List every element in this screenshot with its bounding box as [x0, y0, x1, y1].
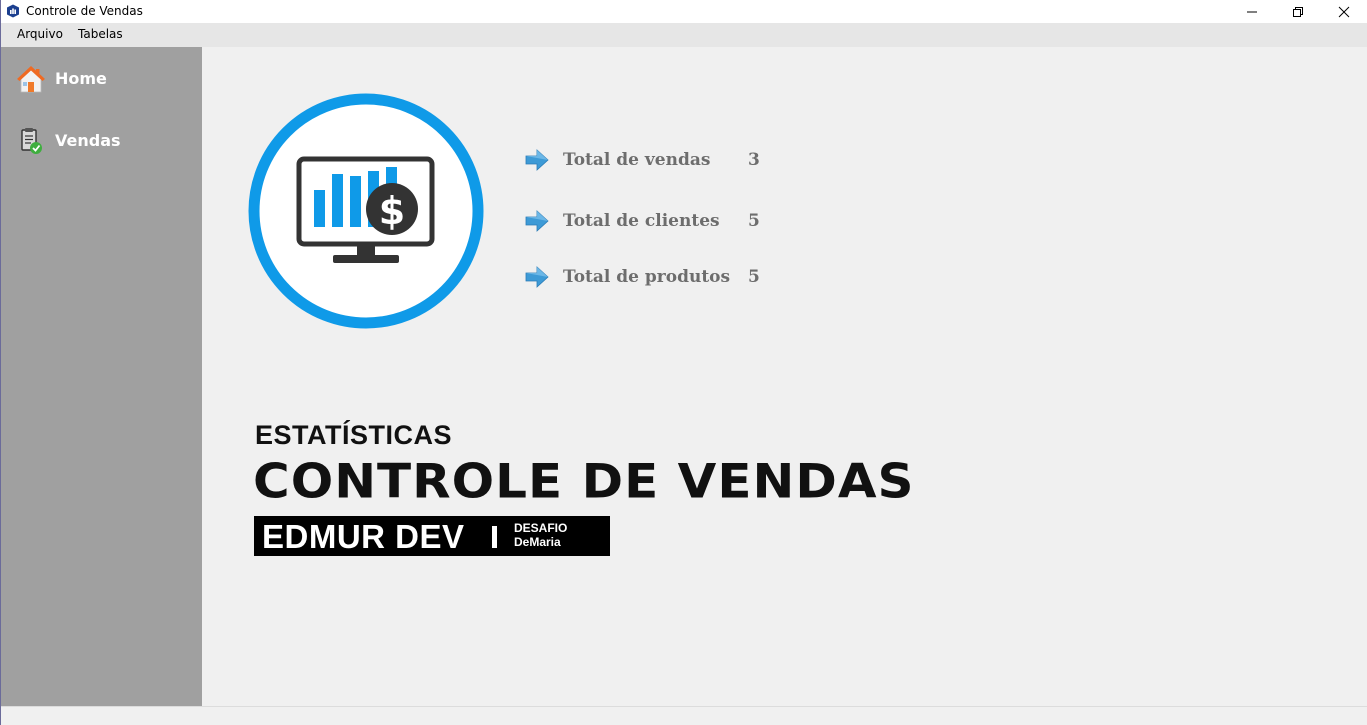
sidebar-item-label: Home — [55, 69, 107, 88]
sidebar-item-vendas[interactable]: Vendas — [16, 124, 196, 158]
sidebar-item-home[interactable]: Home — [16, 62, 196, 96]
arrow-right-icon — [525, 210, 549, 232]
status-bar — [1, 706, 1367, 725]
brand-tag-line1: DESAFIO — [514, 521, 568, 535]
close-icon — [1338, 6, 1350, 17]
brand-separator — [492, 526, 497, 548]
stat-value: 3 — [748, 150, 760, 170]
app-window: Controle de Vendas Arquivo Tabelas Home … — [0, 0, 1367, 725]
home-icon — [16, 66, 46, 93]
window-title: Controle de Vendas — [26, 4, 143, 18]
arrow-right-icon — [525, 266, 549, 288]
minimize-icon — [1247, 11, 1257, 12]
title-bar[interactable]: Controle de Vendas — [1, 0, 1367, 23]
minimize-button[interactable] — [1229, 0, 1275, 23]
stat-total-produtos: Total de produtos 5 — [524, 264, 784, 290]
brand-tag-line2: DeMaria — [514, 535, 561, 549]
clipboard-check-icon — [21, 128, 42, 154]
menu-arquivo[interactable]: Arquivo — [15, 27, 65, 41]
restore-icon — [1293, 6, 1303, 17]
stat-label: Total de vendas — [563, 150, 711, 170]
sales-monitor-logo: $ — [248, 93, 484, 329]
restore-button[interactable] — [1275, 0, 1321, 23]
app-chart-icon — [7, 4, 19, 18]
menu-bar: Arquivo Tabelas — [1, 23, 1367, 47]
brand-author: EDMUR DEV — [262, 518, 465, 555]
brand-title: CONTROLE DE VENDAS — [253, 454, 915, 510]
stat-label: Total de clientes — [563, 211, 720, 231]
stat-total-vendas: Total de vendas 3 — [524, 147, 784, 173]
sidebar: Home Vendas — [1, 47, 202, 706]
stat-label: Total de produtos — [563, 267, 731, 287]
sidebar-item-label: Vendas — [55, 131, 121, 150]
menu-tabelas[interactable]: Tabelas — [76, 27, 125, 41]
svg-text:$: $ — [379, 189, 405, 233]
arrow-right-icon — [525, 149, 549, 171]
brand-badge: EDMUR DEV DESAFIO DeMaria — [254, 516, 610, 556]
stat-total-clientes: Total de clientes 5 — [524, 208, 784, 234]
close-button[interactable] — [1321, 0, 1367, 23]
brand-subtitle: ESTATÍSTICAS — [255, 420, 453, 450]
stat-value: 5 — [748, 211, 760, 231]
stat-value: 5 — [748, 267, 760, 287]
